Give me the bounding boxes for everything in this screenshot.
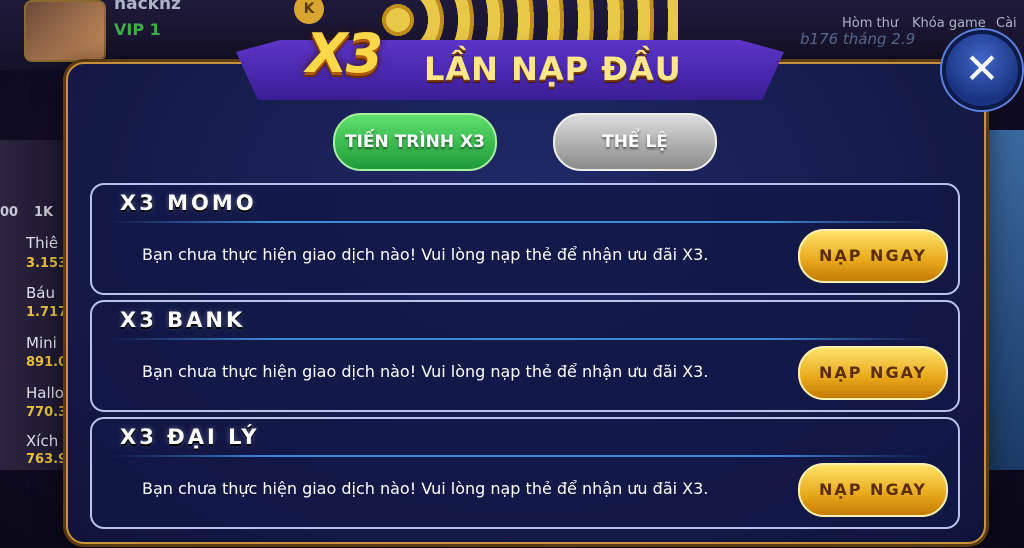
deposit-now-button[interactable]: NẠP NGAY xyxy=(798,229,948,283)
tab-rules[interactable]: THỂ LỆ xyxy=(553,113,717,171)
username-label: hackhz xyxy=(114,0,181,14)
leaderboard-name: Mini xyxy=(26,334,57,352)
deposit-now-button[interactable]: NẠP NGAY xyxy=(798,463,948,517)
leaderboard-value: 1.717 xyxy=(26,305,68,320)
card-divider xyxy=(110,455,930,457)
lobby-right-panel xyxy=(980,130,1024,470)
card-title: X3 BANK xyxy=(120,308,246,332)
card-title: X3 ĐẠI LÝ xyxy=(120,425,260,449)
chip-1k[interactable]: 1K xyxy=(34,205,53,220)
tab-x3-progress[interactable]: TIẾN TRÌNH X3 xyxy=(333,113,497,171)
leaderboard-value: 770.3 xyxy=(26,405,68,420)
leaderboard-name: Xích xyxy=(26,432,59,450)
avatar[interactable] xyxy=(24,0,106,62)
lock-game-nav[interactable]: Khóa game xyxy=(912,16,986,31)
chip-00[interactable]: 00 xyxy=(0,205,18,220)
vip-level-label: VIP 1 xyxy=(114,20,161,39)
x3-momo-card: X3 MOMO Bạn chưa thực hiện giao dịch nào… xyxy=(90,183,960,295)
banner-title: LẦN NẠP ĐẦU xyxy=(424,50,682,88)
close-button[interactable]: ✕ xyxy=(942,30,1022,110)
leaderboard-name: Hallo xyxy=(26,384,64,402)
leaderboard-value: 763.9 xyxy=(26,452,68,467)
dialog-banner: X3 LẦN NẠP ĐẦU xyxy=(236,14,784,118)
lobby-info-text: b176 tháng 2.9 xyxy=(800,30,916,48)
banner-x3-text: X3 xyxy=(306,22,383,85)
card-message: Bạn chưa thực hiện giao dịch nào! Vui lò… xyxy=(142,362,709,381)
deposit-now-button[interactable]: NẠP NGAY xyxy=(798,346,948,400)
leaderboard-value: 891.0 xyxy=(26,355,68,370)
card-message: Bạn chưa thực hiện giao dịch nào! Vui lò… xyxy=(142,479,709,498)
card-message: Bạn chưa thực hiện giao dịch nào! Vui lò… xyxy=(142,245,709,264)
card-divider xyxy=(110,221,930,223)
x3-bank-card: X3 BANK Bạn chưa thực hiện giao dịch nào… xyxy=(90,300,960,412)
settings-nav[interactable]: Cài xyxy=(996,16,1017,31)
close-icon: ✕ xyxy=(964,44,1000,93)
card-title: X3 MOMO xyxy=(120,191,257,215)
mailbox-nav[interactable]: Hòm thư xyxy=(842,16,898,31)
x3-agent-card: X3 ĐẠI LÝ Bạn chưa thực hiện giao dịch n… xyxy=(90,417,960,529)
leaderboard-value: 3.153 xyxy=(26,256,68,271)
leaderboard-name: Báu xyxy=(26,284,55,302)
card-divider xyxy=(110,338,930,340)
leaderboard-name: Thiê xyxy=(26,234,59,252)
